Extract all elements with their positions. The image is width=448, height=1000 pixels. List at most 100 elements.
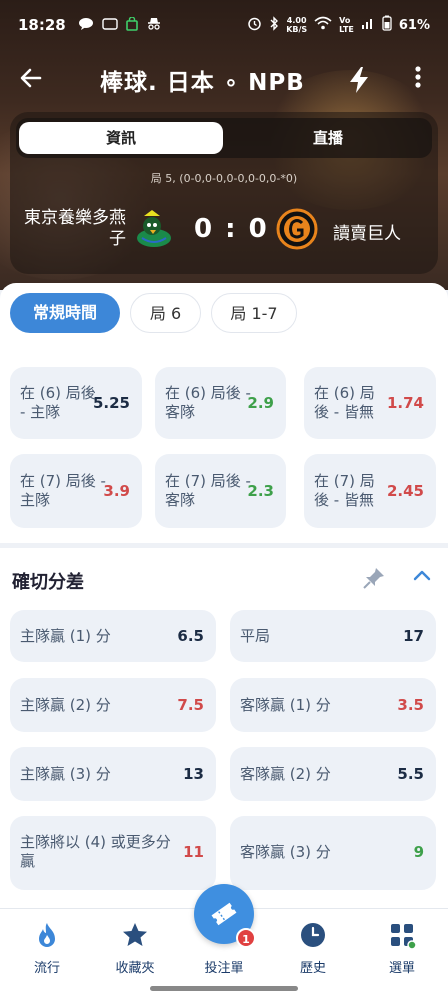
pin-icon[interactable] — [362, 566, 386, 590]
odds-label: 平局 — [240, 627, 271, 645]
system-icons: 4.00 KB/S Vo LTE 61% — [247, 15, 430, 35]
odds-value: 5.25 — [92, 394, 130, 412]
nav-label: 流行 — [33, 961, 60, 976]
odds-cell[interactable]: 主隊贏 (2) 分 7.5 — [10, 678, 216, 732]
odds-label: 主隊贏 (2) 分 — [20, 696, 111, 714]
away-team-name: 讀賣巨人 — [333, 224, 401, 244]
odds-cell[interactable]: 在 (7) 局後 - 客隊 2.3 — [155, 454, 286, 528]
odds-label: 在 (7) 局後 - 客隊 — [165, 472, 251, 509]
exact-margin-section: 確切分差 主隊贏 (1) 分 6.5 平局 17 主隊贏 (2) 分 7.5 客… — [0, 548, 448, 908]
home-indicator[interactable] — [150, 986, 298, 991]
more-vertical-icon[interactable] — [408, 65, 428, 95]
odds-cell[interactable]: 主隊贏 (1) 分 6.5 — [10, 610, 216, 662]
lightning-icon[interactable] — [346, 65, 372, 95]
nav-history[interactable]: 歷史 — [278, 921, 348, 976]
incognito-icon — [146, 17, 162, 34]
page-title: 棒球. 日本 ∘ NPB — [100, 70, 305, 96]
odds-value: 3.5 — [397, 696, 424, 714]
odds-value: 2.3 — [247, 482, 274, 500]
odds-value: 6.5 — [177, 627, 204, 645]
odds-cell[interactable]: 主隊將以 (4) 或更多分贏 11 — [10, 816, 216, 890]
match-header-background: 18:28 4.00 KB/S Vo LTE 61% 棒球. 日本 ∘ NPB … — [0, 0, 448, 290]
odds-value: 7.5 — [177, 696, 204, 714]
betslip-button[interactable]: 1 — [194, 884, 256, 948]
scoreboard-card: 資訊 直播 局 5, (0-0,0-0,0-0,0-0,0-*0) 東京養樂多燕… — [10, 112, 438, 274]
clock-icon — [299, 921, 327, 949]
nav-favorites[interactable]: 收藏夾 — [100, 921, 170, 976]
notification-icon — [102, 17, 118, 34]
ticket-icon — [209, 899, 239, 933]
odds-value: 9 — [413, 843, 424, 861]
odds-cell[interactable]: 在 (7) 局後 - 主隊 3.9 — [10, 454, 142, 528]
odds-cell[interactable]: 在 (6) 局後 - 主隊 5.25 — [10, 367, 142, 439]
odds-cell[interactable]: 主隊贏 (3) 分 13 — [10, 747, 216, 801]
nav-menu[interactable]: 選單 — [367, 921, 437, 976]
odds-value: 5.5 — [397, 765, 424, 783]
odds-cell[interactable]: 平局 17 — [230, 610, 436, 662]
odds-cell[interactable]: 在 (6) 局後 - 皆無 1.74 — [304, 367, 436, 439]
period-tabs: 常規時間 局 6 局 1-7 — [0, 283, 448, 343]
tab-info[interactable]: 資訊 — [19, 122, 223, 154]
odds-label: 在 (7) 局後 - 主隊 — [20, 472, 106, 509]
status-time: 18:28 — [18, 16, 66, 34]
odds-label: 在 (6) 局後 - 主隊 — [20, 384, 96, 421]
odds-cell[interactable]: 客隊贏 (2) 分 5.5 — [230, 747, 436, 801]
nav-label: 收藏夾 — [115, 961, 155, 976]
odds-label: 客隊贏 (1) 分 — [240, 696, 331, 714]
odds-label: 客隊贏 (3) 分 — [240, 843, 331, 861]
odds-cell[interactable]: 在 (7) 局後 - 皆無 2.45 — [304, 454, 436, 528]
odds-label: 主隊贏 (3) 分 — [20, 765, 111, 783]
odds-value: 3.9 — [103, 482, 130, 500]
notification-icons — [78, 15, 162, 34]
match-score: 0 : 0 — [194, 214, 269, 244]
wifi-icon — [314, 16, 332, 34]
grid-menu-icon — [388, 921, 417, 950]
odds-label: 在 (6) 局後 - 客隊 — [165, 384, 251, 421]
nav-label: 選單 — [388, 961, 415, 976]
chat-icon — [78, 17, 94, 34]
alarm-icon — [247, 16, 262, 35]
odds-label: 在 (6) 局後 - 皆無 — [314, 384, 375, 421]
odds-cell[interactable]: 在 (6) 局後 - 客隊 2.9 — [155, 367, 286, 439]
section-title: 確切分差 — [12, 572, 84, 593]
odds-value: 1.74 — [386, 394, 424, 412]
app-bar: 棒球. 日本 ∘ NPB — [0, 55, 448, 105]
bluetooth-icon — [269, 15, 279, 35]
nav-popular[interactable]: 流行 — [12, 921, 82, 976]
nav-label: 歷史 — [299, 961, 326, 976]
odds-value: 11 — [183, 843, 204, 861]
odds-label: 主隊將以 (4) 或更多分贏 — [20, 833, 171, 870]
home-team-name: 東京養樂多燕子 — [24, 208, 126, 249]
back-arrow-icon[interactable] — [16, 65, 46, 95]
odds-label: 在 (7) 局後 - 皆無 — [314, 472, 375, 509]
tab-inning-1-7[interactable]: 局 1-7 — [211, 293, 297, 333]
tab-inning-6[interactable]: 局 6 — [130, 293, 201, 333]
inning-odds-section: 在 (6) 局後 - 主隊 5.25 在 (6) 局後 - 客隊 2.9 在 (… — [0, 343, 448, 543]
signal-icon — [361, 16, 375, 34]
chevron-up-icon[interactable] — [410, 564, 434, 588]
tab-regular-time[interactable]: 常規時間 — [10, 293, 120, 333]
flame-icon — [33, 921, 61, 949]
odds-cell[interactable]: 客隊贏 (3) 分 9 — [230, 816, 436, 890]
away-team-logo — [276, 208, 318, 250]
odds-value: 2.9 — [247, 394, 274, 412]
odds-value: 17 — [403, 627, 424, 645]
status-bar: 18:28 4.00 KB/S Vo LTE 61% — [0, 0, 448, 50]
odds-cell[interactable]: 客隊贏 (1) 分 3.5 — [230, 678, 436, 732]
inning-info: 局 5, (0-0,0-0,0-0,0-0,0-*0) — [150, 172, 298, 185]
star-icon — [121, 921, 149, 949]
home-team-logo — [134, 208, 174, 250]
nav-label: 投注單 — [204, 961, 244, 976]
betslip-count-badge: 1 — [236, 928, 256, 948]
odds-label: 客隊贏 (2) 分 — [240, 765, 331, 783]
volte-icon: Vo LTE — [339, 16, 354, 34]
odds-value: 2.45 — [386, 482, 424, 500]
odds-label: 主隊贏 (1) 分 — [20, 627, 111, 645]
bag-icon — [125, 15, 138, 34]
net-speed: 4.00 KB/S — [286, 16, 308, 34]
tab-live[interactable]: 直播 — [226, 122, 430, 154]
info-live-tabs: 資訊 直播 — [16, 118, 432, 158]
battery-icon — [382, 15, 392, 35]
odds-value: 13 — [183, 765, 204, 783]
battery-percent: 61% — [398, 17, 430, 33]
